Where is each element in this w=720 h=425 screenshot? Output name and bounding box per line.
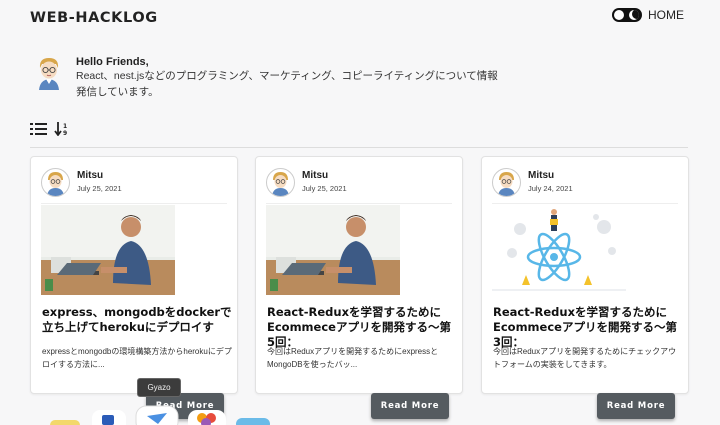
dock-app-notes-icon[interactable] <box>50 420 80 425</box>
read-more-button[interactable]: Read More <box>597 393 675 419</box>
bio-text: React、nest.jsなどのプログラミング、マーケティング、コピーライティン… <box>76 70 498 98</box>
dock-app-gyazo-icon[interactable] <box>135 405 179 425</box>
post-author: Mitsu <box>77 170 104 181</box>
sort-icon[interactable]: 1 9 <box>54 122 70 136</box>
author-avatar <box>39 58 59 90</box>
dock-app-photos-icon[interactable] <box>188 410 226 425</box>
post-title[interactable]: React-Reduxを学習するためにEcommeceアプリを開発する〜第5回： <box>267 305 457 350</box>
post-card[interactable]: Mitsu July 25, 2021 React-Reduxを学習するためにE… <box>255 156 463 394</box>
nav-home-link[interactable]: HOME <box>648 8 684 22</box>
card-divider <box>266 203 452 204</box>
list-view-icon[interactable] <box>30 122 48 136</box>
card-divider <box>492 203 678 204</box>
toolbar-divider <box>30 147 688 148</box>
macos-dock <box>50 405 270 425</box>
post-author: Mitsu <box>528 170 555 181</box>
post-thumbnail-image[interactable] <box>41 205 175 295</box>
post-author: Mitsu <box>302 170 329 181</box>
author-avatar <box>492 168 521 197</box>
card-divider <box>41 203 227 204</box>
post-excerpt: expressとmongodbの環境構築方法からherokuにデプロイする方法に… <box>42 347 232 369</box>
post-excerpt: 今回はReduxアプリを開発するためにチェックアウトフォームの実装をしてきます。 <box>493 347 677 369</box>
site-logo[interactable]: WEB-HACKLOG <box>30 10 158 26</box>
read-more-button[interactable]: Read More <box>371 393 449 419</box>
author-avatar <box>41 168 70 197</box>
post-date: July 24, 2021 <box>528 184 573 193</box>
post-thumbnail-image[interactable] <box>266 205 400 295</box>
site-header: WEB-HACKLOG HOME <box>0 0 720 38</box>
author-avatar <box>266 168 295 197</box>
toggle-knob <box>614 10 624 20</box>
post-date: July 25, 2021 <box>77 184 122 193</box>
post-card[interactable]: Mitsu July 24, 2021 React-Reduxを学習するためにE… <box>481 156 689 394</box>
post-thumbnail-image[interactable] <box>492 205 626 295</box>
post-title[interactable]: express、mongodbをdockerで立ち上げてherokuにデプロイす <box>42 305 232 335</box>
dock-app-word-icon[interactable] <box>92 410 126 425</box>
greeting-text: Hello Friends, <box>76 56 149 68</box>
post-title[interactable]: React-Reduxを学習するためにEcommeceアプリを開発する〜第3回： <box>493 305 683 350</box>
post-excerpt: 今回はReduxアプリを開発するためにexpressとMongoDBを使ったバッ… <box>267 347 439 369</box>
post-card[interactable]: Mitsu July 25, 2021 express、mongodbをdock… <box>30 156 238 394</box>
post-date: July 25, 2021 <box>302 184 347 193</box>
dock-app-finder-icon[interactable] <box>236 418 270 425</box>
svg-text:9: 9 <box>63 130 67 136</box>
moon-icon <box>629 10 639 20</box>
svg-text:1: 1 <box>63 123 67 130</box>
dock-tooltip: Gyazo <box>137 378 181 397</box>
moon-toggle-icon[interactable] <box>612 8 642 22</box>
